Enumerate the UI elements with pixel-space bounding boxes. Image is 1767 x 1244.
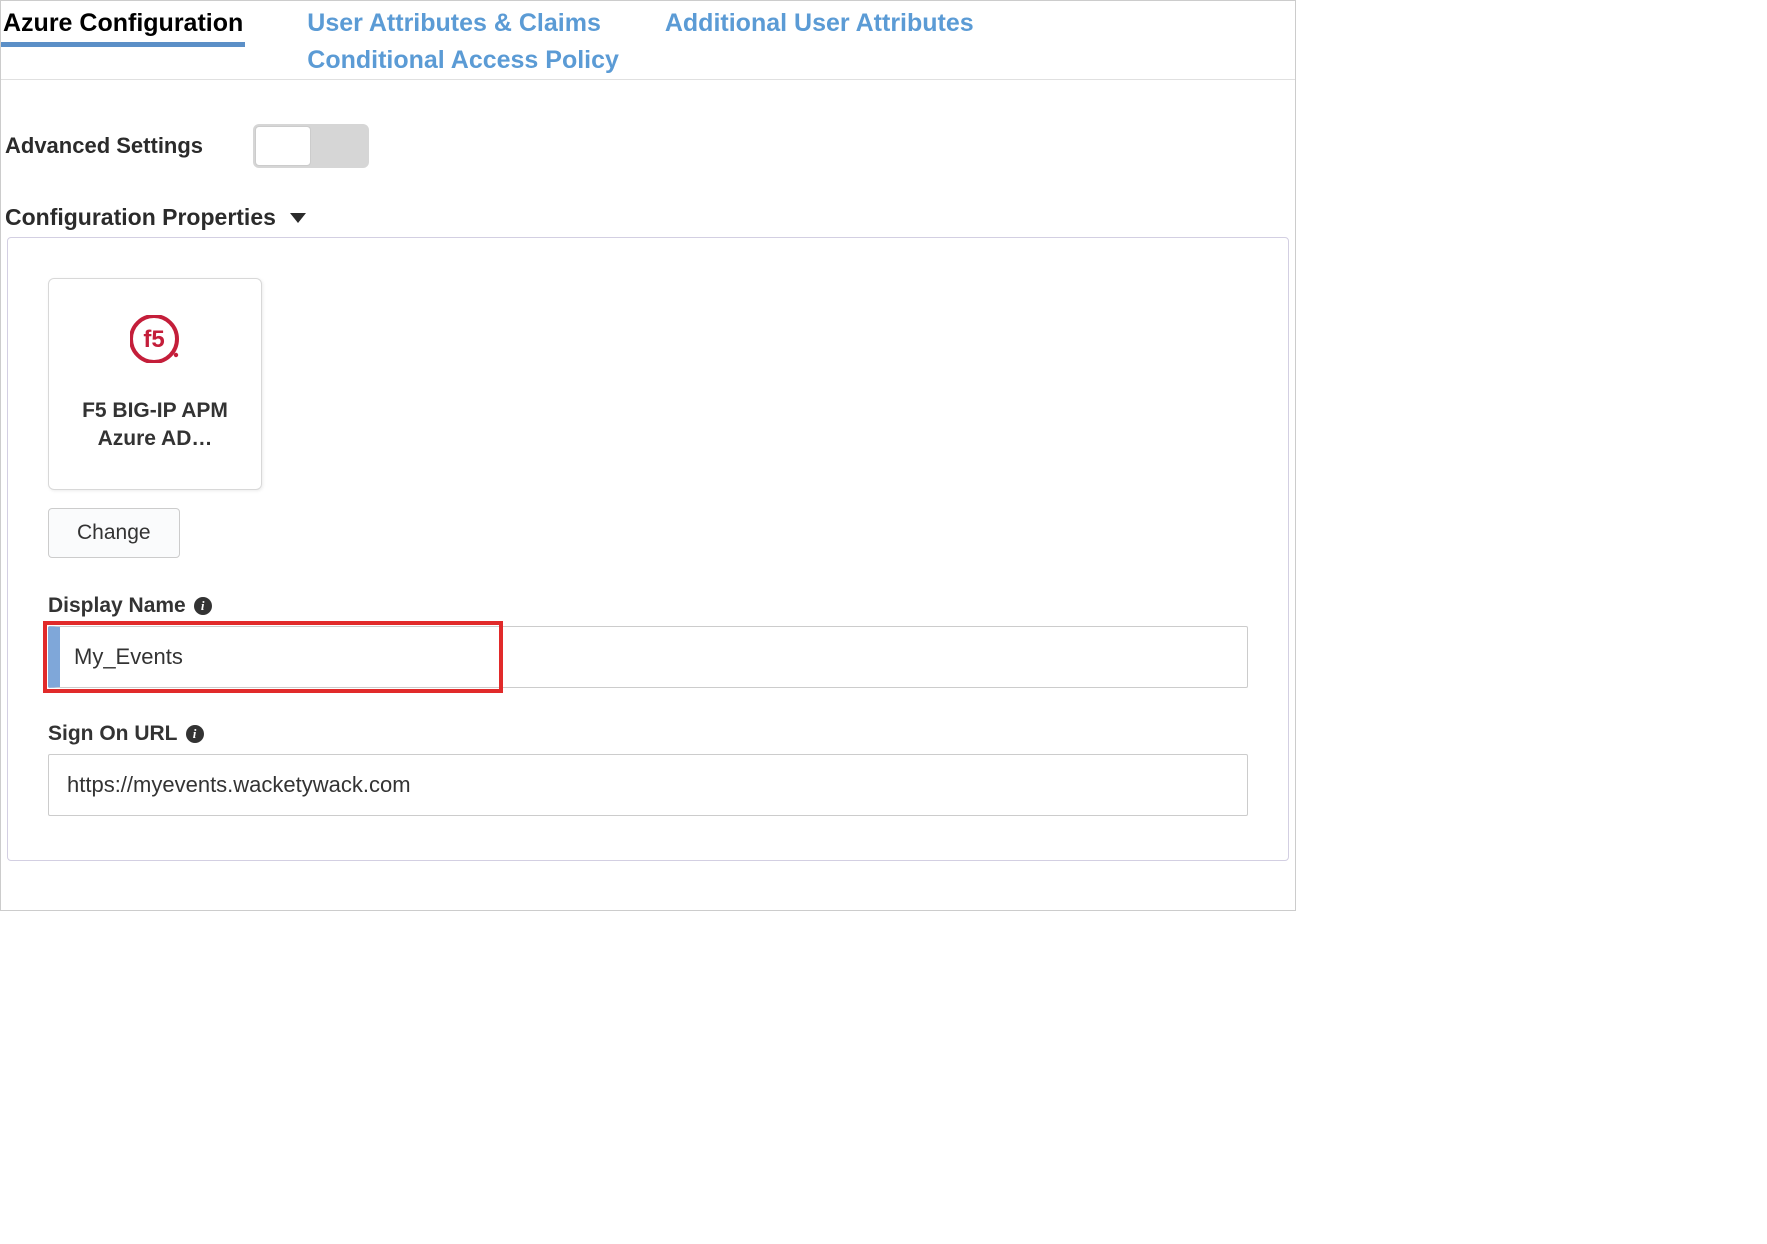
sign-on-url-input[interactable] bbox=[48, 754, 1248, 816]
tab-user-attributes[interactable]: User Attributes & Claims bbox=[305, 5, 603, 42]
config-properties-title: Configuration Properties bbox=[5, 204, 276, 231]
tab-azure-config[interactable]: Azure Configuration bbox=[1, 5, 245, 47]
tab-additional-user-attributes[interactable]: Additional User Attributes bbox=[663, 5, 976, 42]
display-name-input[interactable] bbox=[48, 626, 1248, 688]
tabs-bar: Azure Configuration User Attributes & Cl… bbox=[1, 1, 1295, 80]
info-icon[interactable]: i bbox=[186, 725, 204, 743]
advanced-settings-row: Advanced Settings bbox=[3, 124, 1293, 168]
advanced-settings-toggle[interactable] bbox=[253, 124, 369, 168]
content-area: Advanced Settings Configuration Properti… bbox=[1, 80, 1295, 881]
toggle-knob bbox=[255, 126, 311, 166]
svg-text:f5: f5 bbox=[143, 326, 164, 353]
config-panel: Azure Configuration User Attributes & Cl… bbox=[0, 0, 1296, 911]
sign-on-url-label: Sign On URL i bbox=[48, 722, 1248, 746]
config-properties-header[interactable]: Configuration Properties bbox=[3, 204, 1293, 231]
sign-on-url-wrap bbox=[48, 754, 1248, 816]
config-properties-panel: f5 F5 BIG-IP APM Azure AD… Change Displa… bbox=[7, 237, 1289, 861]
f5-logo-icon: f5 bbox=[130, 315, 180, 369]
display-name-wrap bbox=[48, 626, 1248, 688]
change-button[interactable]: Change bbox=[48, 508, 180, 558]
display-name-label: Display Name i bbox=[48, 594, 1248, 618]
app-card-label: F5 BIG-IP APM Azure AD… bbox=[82, 397, 228, 454]
chevron-down-icon bbox=[290, 213, 306, 223]
app-card[interactable]: f5 F5 BIG-IP APM Azure AD… bbox=[48, 278, 262, 490]
tab-conditional-access[interactable]: Conditional Access Policy bbox=[305, 42, 621, 79]
advanced-settings-label: Advanced Settings bbox=[5, 133, 203, 159]
info-icon[interactable]: i bbox=[194, 597, 212, 615]
